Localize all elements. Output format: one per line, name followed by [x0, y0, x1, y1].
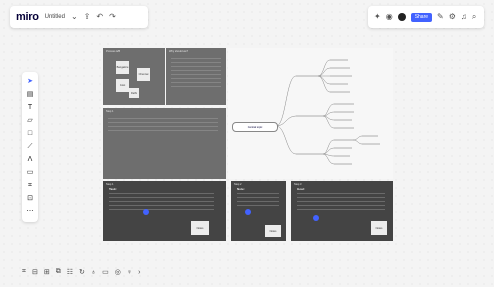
- left-toolbar: ➤ ▤ T ▱ □ ⟋ Λ ▭ ⌗ ⊡ ⋯: [22, 72, 38, 222]
- text-block: [109, 193, 214, 213]
- user-avatar[interactable]: [397, 13, 406, 21]
- undo-icon[interactable]: ↶: [96, 13, 103, 21]
- text-block: [171, 58, 221, 88]
- sticky-note[interactable]: Delhi: [129, 88, 139, 98]
- mindmap-root-label: Central topic: [247, 125, 263, 129]
- frame-title: Step 1: [106, 110, 114, 113]
- cursor-marker: [313, 215, 319, 221]
- frame-mid-wide[interactable]: Step 1: [103, 108, 226, 179]
- mindmap-root-node[interactable]: Central topic: [232, 122, 278, 132]
- template-icon[interactable]: ⌗: [28, 181, 32, 190]
- frame-top-left[interactable]: Process A/B Bangalore Chennai Cost Delhi: [103, 48, 165, 105]
- sticky-note[interactable]: Notes: [371, 221, 387, 235]
- frame-title: Step 2: [234, 183, 242, 186]
- frame-icon[interactable]: ▤: [27, 90, 34, 99]
- reactions-icon[interactable]: ✦: [374, 13, 381, 21]
- more-icon[interactable]: ⋯: [27, 207, 34, 216]
- pen-icon[interactable]: ⟋: [28, 142, 33, 151]
- board-title[interactable]: Untitled: [45, 14, 65, 20]
- board-icon[interactable]: ⊟: [32, 268, 38, 276]
- mindmap-connectors: [275, 59, 380, 165]
- sticky-note[interactable]: Chennai: [137, 68, 150, 81]
- comments-icon[interactable]: ✎: [437, 13, 444, 21]
- redo-icon[interactable]: ↷: [109, 13, 116, 21]
- cards-icon[interactable]: ⧉: [56, 268, 61, 276]
- frame-title: Step 3: [294, 183, 302, 186]
- comment-icon[interactable]: ▭: [27, 168, 34, 177]
- top-right-toolbar: ✦ ◉ Share ✎ ⚙ ♫ ⌕: [368, 6, 484, 28]
- more-icon[interactable]: ›: [138, 269, 140, 276]
- vote-icon[interactable]: ♀: [127, 269, 132, 276]
- frame-title: Process A/B: [106, 50, 121, 53]
- sticky-note[interactable]: Notes: [265, 225, 281, 237]
- sticky-note[interactable]: Cost: [116, 79, 129, 92]
- frame-heading: Note:: [237, 187, 245, 191]
- frames-icon[interactable]: ⌗: [22, 268, 26, 276]
- shape-icon[interactable]: □: [28, 129, 32, 138]
- sticky-note[interactable]: Notes: [191, 221, 209, 235]
- mindmap-area[interactable]: Central topic: [228, 48, 393, 179]
- mindmap-icon[interactable]: ↻: [79, 268, 85, 276]
- share-button[interactable]: Share: [410, 12, 433, 22]
- kanban-icon[interactable]: ☷: [67, 268, 73, 276]
- text-block: [108, 118, 218, 132]
- chevron-down-icon[interactable]: ⌄: [71, 13, 78, 21]
- bell-icon[interactable]: ♫: [461, 13, 467, 21]
- frame-title: Why should we?: [169, 50, 189, 53]
- export-icon[interactable]: ⇪: [84, 13, 91, 21]
- sticky-note[interactable]: Bangalore: [116, 61, 129, 74]
- video-icon[interactable]: ▭: [102, 268, 109, 276]
- select-icon[interactable]: ➤: [27, 77, 33, 86]
- video-call-icon[interactable]: ◉: [386, 13, 393, 21]
- timer-icon[interactable]: ♁: [91, 269, 96, 276]
- cursor-marker: [143, 209, 149, 215]
- screen-icon[interactable]: ◎: [115, 268, 121, 276]
- search-icon[interactable]: ⌕: [472, 13, 476, 21]
- frame-heading: Goal:: [297, 187, 305, 191]
- frame-step-2[interactable]: Step 2 Note: Notes: [231, 181, 286, 241]
- frame-top-middle[interactable]: Why should we?: [166, 48, 226, 105]
- text-icon[interactable]: T: [28, 103, 32, 112]
- frame-heading: Task:: [109, 187, 117, 191]
- frame-step-3[interactable]: Step 3 Goal: Notes: [291, 181, 393, 241]
- bottom-toolbar: ⌗ ⊟ ⊞ ⧉ ☷ ↻ ♁ ▭ ◎ ♀ ›: [22, 264, 172, 280]
- frame-title: Step 1: [106, 183, 114, 186]
- top-left-toolbar: miro Untitled ⌄ ⇪ ↶ ↷: [10, 6, 148, 28]
- notifications-icon[interactable]: ⚙: [449, 13, 456, 21]
- frame-step-1[interactable]: Step 1 Task: Notes: [103, 181, 226, 241]
- connector-icon[interactable]: Λ: [28, 155, 33, 164]
- miro-logo[interactable]: miro: [16, 11, 39, 23]
- chat-icon[interactable]: ⊞: [44, 268, 50, 276]
- cursor-marker: [245, 209, 251, 215]
- text-block: [237, 193, 279, 209]
- upload-icon[interactable]: ⊡: [27, 194, 33, 203]
- sticky-note-icon[interactable]: ▱: [27, 116, 32, 125]
- text-block: [297, 193, 385, 213]
